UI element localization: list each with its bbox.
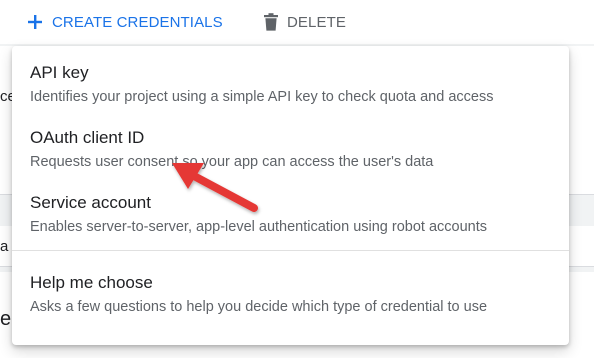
menu-item-title: OAuth client ID <box>30 128 145 147</box>
menu-item-description: Requests user consent so your app can ac… <box>30 154 434 170</box>
menu-item-api-key[interactable]: API key Identifies your project using a … <box>12 54 569 111</box>
menu-item-description: Identifies your project using a simple A… <box>30 89 494 105</box>
menu-item-title: API key <box>30 63 89 82</box>
delete-label: DELETE <box>287 13 346 31</box>
trash-icon <box>264 13 278 31</box>
menu-item-help-me-choose[interactable]: Help me choose Asks a few questions to h… <box>12 264 569 321</box>
menu-item-description: Asks a few questions to help you decide … <box>30 299 488 315</box>
obscured-text-fragment: e <box>0 308 12 330</box>
menu-item-service-account[interactable]: Service account Enables server-to-server… <box>12 184 569 241</box>
create-credentials-button[interactable]: CREATE CREDENTIALS <box>27 9 223 35</box>
menu-item-title: Service account <box>30 193 151 212</box>
delete-button[interactable]: DELETE <box>263 9 346 35</box>
menu-item-description: Enables server-to-server, app-level auth… <box>30 219 488 235</box>
create-credentials-label: CREATE CREDENTIALS <box>52 13 223 31</box>
menu-divider <box>12 250 569 251</box>
plus-icon <box>28 15 42 29</box>
menu-item-title: Help me choose <box>30 273 153 292</box>
obscured-text-fragment: a <box>0 238 9 255</box>
create-credentials-menu: API key Identifies your project using a … <box>12 46 569 345</box>
menu-item-oauth-client-id[interactable]: OAuth client ID Requests user consent so… <box>12 119 569 176</box>
credentials-toolbar: CREATE CREDENTIALS DELETE <box>0 0 594 44</box>
